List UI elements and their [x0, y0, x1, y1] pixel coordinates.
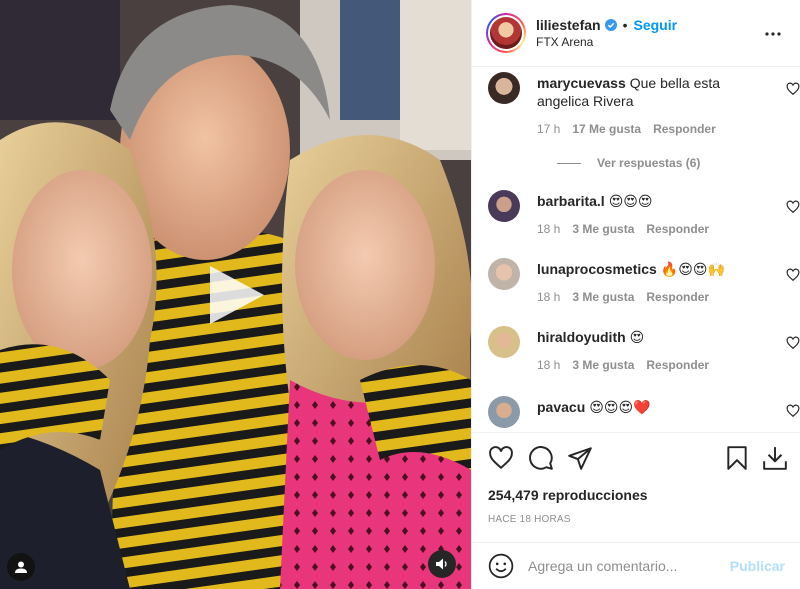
- comment-item: barbarita.l 😍😍😍 18 h 3 Me gusta Responder: [488, 190, 800, 250]
- post-timestamp[interactable]: HACE 18 HORAS: [488, 514, 571, 525]
- comment-likes[interactable]: 17 Me gusta: [572, 122, 641, 136]
- comment-body: marycuevass Que bella esta angelica River…: [537, 74, 767, 110]
- comment-likes[interactable]: 3 Me gusta: [572, 358, 634, 372]
- comment-icon[interactable]: [528, 445, 554, 471]
- heart-icon[interactable]: [786, 200, 800, 214]
- author-username[interactable]: liliestefan: [536, 17, 601, 33]
- heart-icon[interactable]: [786, 268, 800, 282]
- comments-list[interactable]: marycuevass Que bella esta angelica River…: [472, 68, 800, 432]
- comment-text: 😍😍😍❤️: [589, 399, 651, 415]
- user-tag-icon: [15, 561, 27, 573]
- author-avatar[interactable]: [486, 13, 526, 53]
- commenter-avatar[interactable]: [488, 190, 520, 222]
- commenter-avatar[interactable]: [488, 72, 520, 104]
- view-replies-button[interactable]: Ver respuestas (6): [557, 156, 700, 170]
- heart-icon[interactable]: [786, 404, 800, 418]
- comment-input[interactable]: [528, 558, 718, 574]
- comment-meta: 18 h 3 Me gusta Responder: [537, 290, 709, 304]
- post-location[interactable]: FTX Arena: [536, 35, 677, 49]
- verified-badge-icon: [604, 19, 617, 31]
- comment-likes[interactable]: 3 Me gusta: [572, 222, 634, 236]
- reply-button[interactable]: Responder: [646, 358, 709, 372]
- post-dialog: liliestefan • Seguir FTX Arena marycueva…: [0, 0, 800, 589]
- comment-time[interactable]: 18 h: [537, 358, 560, 372]
- follow-button[interactable]: Seguir: [634, 17, 678, 33]
- commenter-username[interactable]: barbarita.l: [537, 193, 605, 209]
- commenter-avatar[interactable]: [488, 258, 520, 290]
- heart-icon[interactable]: [786, 82, 800, 96]
- emoji-icon[interactable]: [488, 553, 514, 579]
- comment-time[interactable]: 18 h: [537, 290, 560, 304]
- header-separator: •: [622, 17, 628, 33]
- view-count[interactable]: 254,479 reproducciones: [488, 487, 648, 503]
- play-button[interactable]: [202, 262, 268, 328]
- audio-icon: [436, 558, 447, 570]
- share-icon[interactable]: [567, 445, 593, 471]
- heart-icon[interactable]: [786, 336, 800, 350]
- more-options-button[interactable]: [761, 22, 785, 46]
- view-replies-label: Ver respuestas (6): [597, 156, 701, 170]
- reply-button[interactable]: Responder: [646, 290, 709, 304]
- commenter-username[interactable]: marycuevass: [537, 75, 626, 91]
- action-bar: [488, 445, 788, 473]
- reply-button[interactable]: Responder: [646, 222, 709, 236]
- comment-body: lunaprocosmetics 🔥😍😍🙌: [537, 260, 767, 278]
- video-media[interactable]: [0, 0, 471, 589]
- comment-text: 😍😍😍: [608, 193, 653, 209]
- bookmark-icon[interactable]: [724, 445, 750, 471]
- comment-meta: 17 h 17 Me gusta Responder: [537, 122, 716, 136]
- comment-time[interactable]: 17 h: [537, 122, 560, 136]
- publish-button[interactable]: Publicar: [730, 558, 785, 574]
- commenter-username[interactable]: pavacu: [537, 399, 585, 415]
- comment-item: marycuevass Que bella esta angelica River…: [488, 72, 800, 182]
- comment-text: 🔥😍😍🙌: [660, 261, 725, 277]
- comment-body: barbarita.l 😍😍😍: [537, 192, 767, 210]
- reply-button[interactable]: Responder: [653, 122, 716, 136]
- play-icon: [210, 266, 264, 324]
- download-icon[interactable]: [762, 445, 788, 471]
- heart-icon[interactable]: [488, 445, 514, 471]
- post-actions: 254,479 reproducciones HACE 18 HORAS: [472, 432, 800, 542]
- commenter-avatar[interactable]: [488, 396, 520, 428]
- comment-item: hiraldoyudith 😍 18 h 3 Me gusta Responder: [488, 326, 800, 386]
- comment-text: 😍: [629, 329, 645, 345]
- comment-meta: 18 h 3 Me gusta Responder: [537, 358, 709, 372]
- comment-time[interactable]: 18 h: [537, 222, 560, 236]
- comment-item: pavacu 😍😍😍❤️: [488, 396, 800, 432]
- add-comment-bar: Publicar: [472, 542, 800, 589]
- comment-body: hiraldoyudith 😍: [537, 328, 767, 346]
- comment-meta: 18 h 3 Me gusta Responder: [537, 222, 709, 236]
- comment-item: lunaprocosmetics 🔥😍😍🙌 18 h 3 Me gusta Res…: [488, 258, 800, 318]
- more-options-icon: [765, 32, 781, 36]
- comment-likes[interactable]: 3 Me gusta: [572, 290, 634, 304]
- user-tag-button[interactable]: [7, 553, 35, 581]
- commenter-avatar[interactable]: [488, 326, 520, 358]
- commenter-username[interactable]: hiraldoyudith: [537, 329, 626, 345]
- audio-toggle-button[interactable]: [428, 550, 456, 578]
- comment-body: pavacu 😍😍😍❤️: [537, 398, 767, 416]
- post-header: liliestefan • Seguir FTX Arena: [472, 0, 800, 67]
- post-side-panel: liliestefan • Seguir FTX Arena marycueva…: [471, 0, 800, 589]
- commenter-username[interactable]: lunaprocosmetics: [537, 261, 657, 277]
